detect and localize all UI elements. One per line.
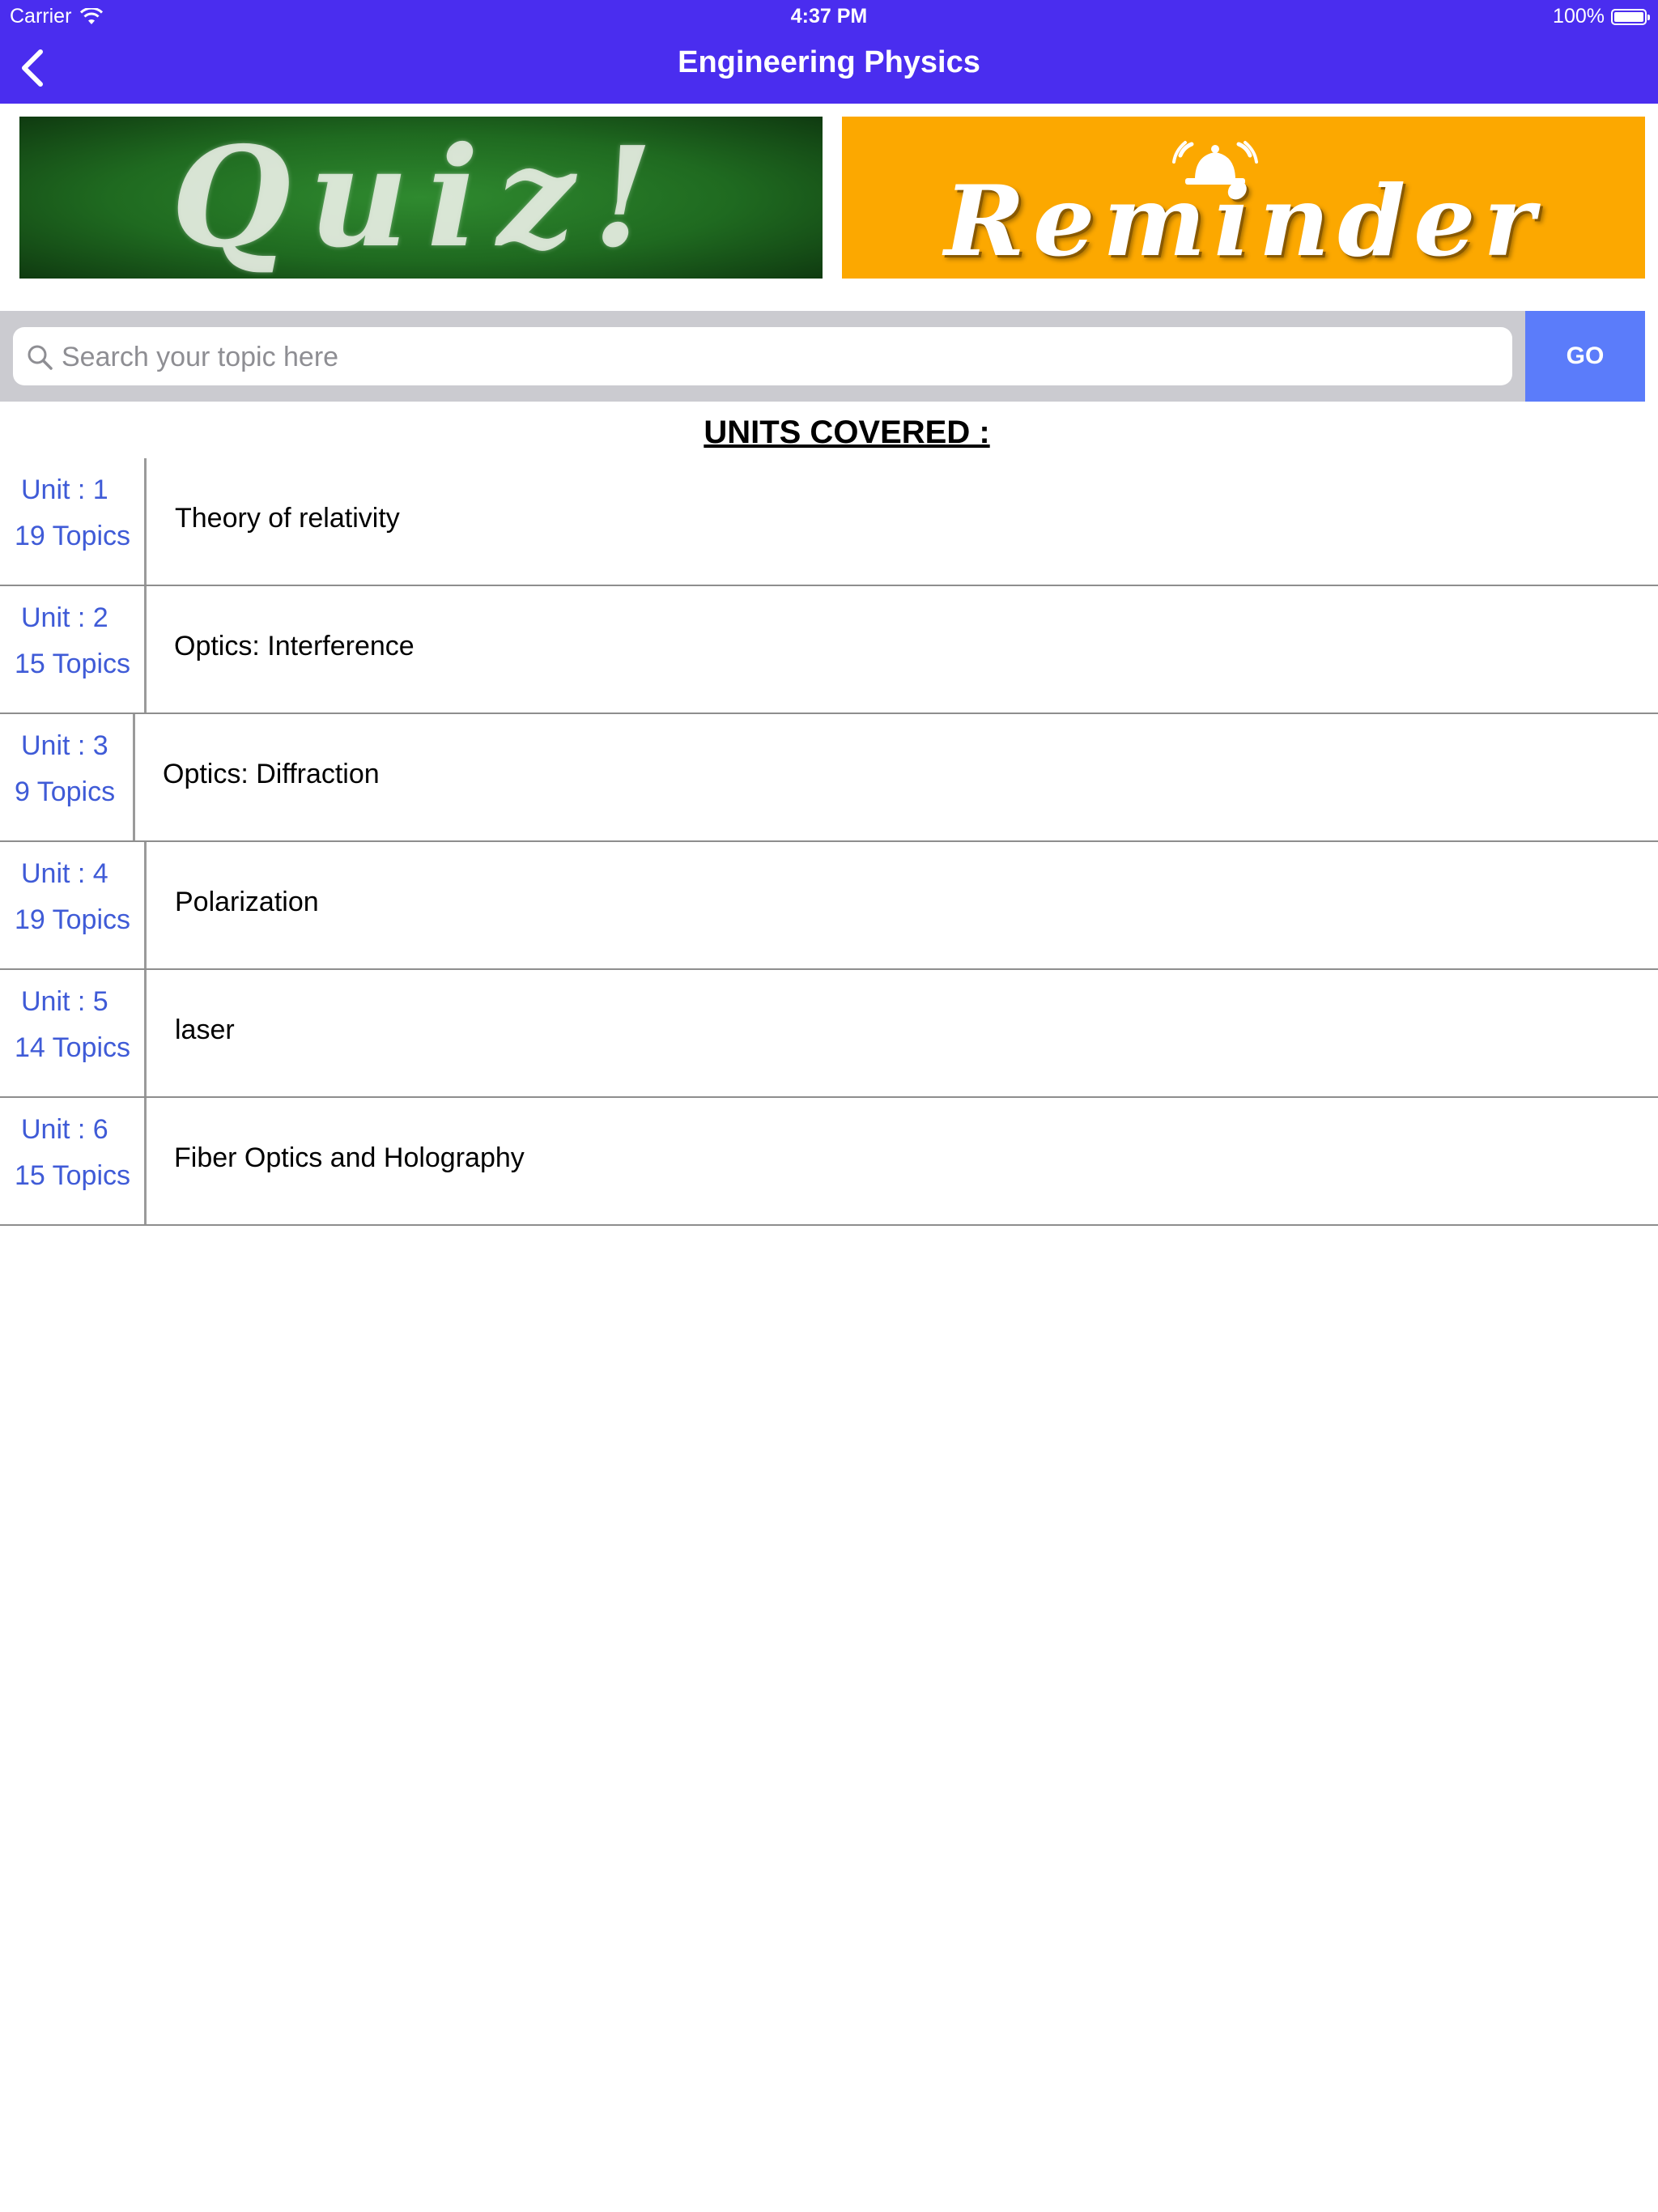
unit-row-4[interactable]: Unit : 4 19 Topics Polarization [0,842,1658,970]
unit-info: Unit : 6 15 Topics [0,1098,146,1224]
unit-info: Unit : 5 14 Topics [0,970,146,1096]
battery-icon [1611,8,1650,25]
search-bar [0,311,1525,402]
unit-title: Optics: Diffraction [163,759,380,789]
go-button[interactable]: GO [1525,311,1645,402]
unit-title: Theory of relativity [175,503,400,534]
unit-topic-count: 15 Topics [15,1160,131,1191]
search-field[interactable] [13,327,1512,387]
unit-topic-count: 9 Topics [15,776,116,807]
unit-info: Unit : 2 15 Topics [0,586,146,713]
quiz-banner[interactable]: Quiz! [19,117,823,279]
unit-divider [144,458,147,585]
unit-number: Unit : 5 [21,986,108,1017]
unit-title: Fiber Optics and Holography [174,1142,525,1173]
bell-icon [1172,141,1258,185]
status-time: 4:37 PM [790,5,868,28]
status-battery: 100% [1553,5,1650,28]
unit-topic-count: 15 Topics [15,649,131,679]
unit-divider [144,586,147,713]
unit-row-3[interactable]: Unit : 3 9 Topics Optics: Diffraction [0,714,1658,842]
unit-number: Unit : 1 [21,474,108,505]
unit-divider [144,1098,147,1224]
unit-info: Unit : 1 19 Topics [0,458,146,585]
unit-topic-count: 14 Topics [15,1032,131,1063]
unit-number: Unit : 4 [21,858,108,889]
unit-row-1[interactable]: Unit : 1 19 Topics Theory of relativity [0,458,1658,586]
unit-number: Unit : 3 [21,730,108,761]
unit-divider [144,842,147,968]
unit-title: Optics: Interference [174,631,414,661]
unit-divider [144,970,147,1096]
unit-number: Unit : 2 [21,602,108,633]
unit-title: laser [175,1015,235,1045]
unit-row-2[interactable]: Unit : 2 15 Topics Optics: Interference [0,586,1658,714]
unit-row-5[interactable]: Unit : 5 14 Topics laser [0,970,1658,1098]
app-header: Carrier 4:37 PM 100% Engineering Physics [0,0,1658,104]
unit-number: Unit : 6 [21,1114,108,1145]
search-icon [28,345,53,370]
unit-row-6[interactable]: Unit : 6 15 Topics Fiber Optics and Holo… [0,1098,1658,1226]
unit-info: Unit : 4 19 Topics [0,842,146,968]
unit-divider [133,714,135,840]
unit-topic-count: 19 Topics [15,904,131,935]
unit-info: Unit : 3 9 Topics [0,714,146,840]
quiz-banner-label: Quiz! [171,117,671,279]
search-input[interactable] [60,327,1504,387]
battery-percent: 100% [1553,5,1605,28]
unit-title: Polarization [175,887,319,917]
page-title: Engineering Physics [678,45,980,79]
units-heading: UNITS COVERED : [704,415,990,450]
unit-topic-count: 19 Topics [15,521,131,551]
